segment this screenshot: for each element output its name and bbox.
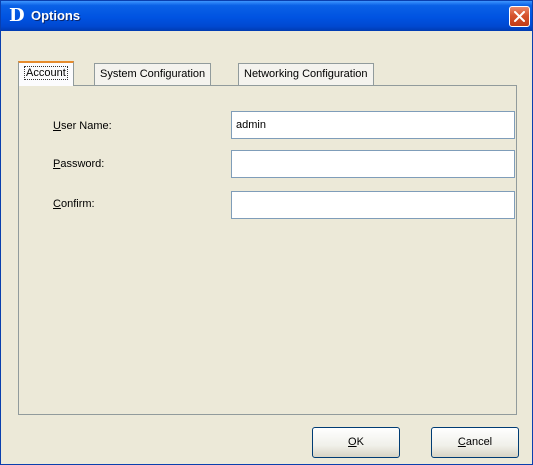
close-icon — [514, 11, 525, 22]
confirm-input[interactable] — [231, 191, 515, 219]
tab-system-configuration-label: System Configuration — [100, 68, 206, 80]
password-input[interactable] — [231, 150, 515, 178]
tab-networking-configuration[interactable]: Networking Configuration — [238, 63, 374, 85]
ok-button[interactable]: OK — [312, 427, 400, 458]
account-panel: User Name: Password: Confirm: — [18, 85, 517, 415]
tab-account[interactable]: Account — [18, 61, 74, 86]
close-button[interactable] — [509, 6, 530, 27]
options-dialog: D Options Account System Configuration N… — [0, 0, 533, 465]
password-label: Password: — [53, 158, 105, 170]
tab-account-label: Account — [24, 66, 68, 80]
title-bar[interactable]: D Options — [1, 1, 532, 31]
confirm-label: Confirm: — [53, 198, 95, 210]
user-name-label: User Name: — [53, 120, 112, 132]
dlink-logo: D — [9, 5, 25, 26]
user-name-input[interactable] — [231, 111, 515, 139]
tab-system-configuration[interactable]: System Configuration — [94, 63, 212, 85]
cancel-button[interactable]: Cancel — [431, 427, 519, 458]
tab-networking-configuration-label: Networking Configuration — [244, 68, 368, 80]
window-title: Options — [31, 8, 81, 23]
